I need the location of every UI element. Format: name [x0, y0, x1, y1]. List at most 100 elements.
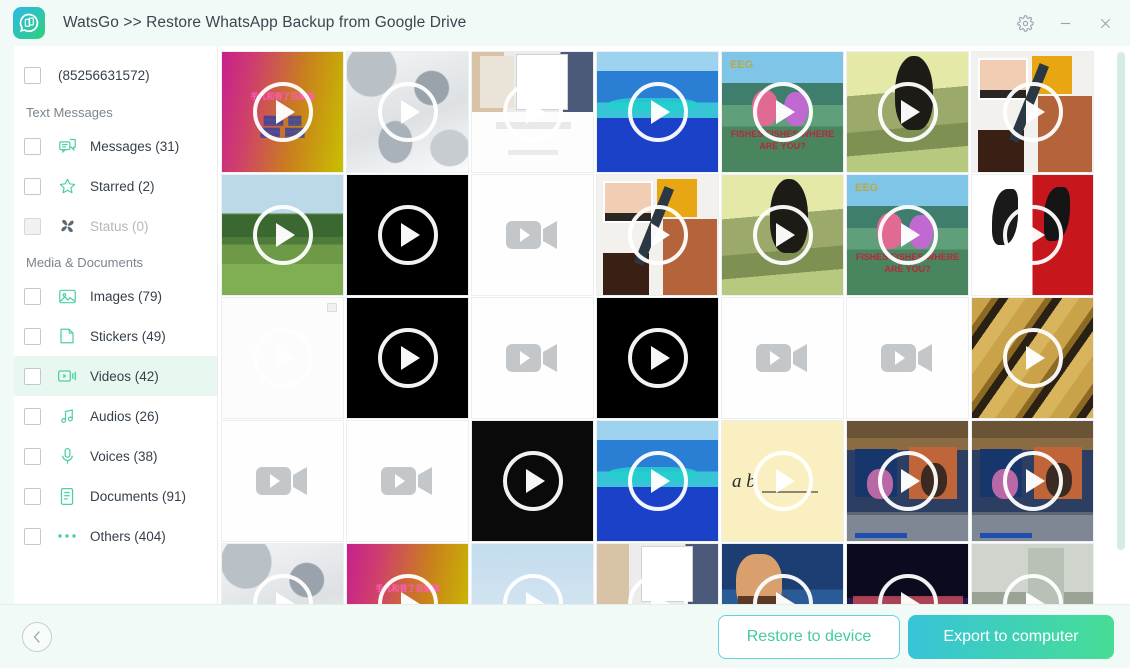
play-button-icon[interactable]: [377, 82, 438, 142]
sidebar-item-videos[interactable]: Videos (42): [14, 356, 217, 396]
thumbnail-item[interactable]: [471, 174, 594, 296]
thumbnail-item[interactable]: [971, 174, 1094, 296]
thumbnail-item[interactable]: [346, 420, 469, 542]
documents-checkbox[interactable]: [24, 487, 41, 505]
thumbnail-item[interactable]: [846, 420, 969, 542]
play-button-icon[interactable]: [752, 205, 813, 265]
thumbnail-item[interactable]: [596, 174, 719, 296]
messages-icon: [56, 136, 78, 156]
restore-to-device-button[interactable]: Restore to device: [718, 614, 900, 659]
account-checkbox[interactable]: [24, 66, 41, 84]
grid-scrollbar-thumb[interactable]: [1117, 52, 1125, 550]
play-button-icon[interactable]: [377, 328, 438, 388]
thumbnail-item[interactable]: [346, 51, 469, 173]
video-placeholder-icon: [505, 338, 561, 378]
gear-icon[interactable]: [1008, 8, 1042, 38]
play-button-icon[interactable]: [1002, 205, 1063, 265]
sidebar-item-stickers[interactable]: Stickers (49): [14, 316, 217, 356]
play-button-icon[interactable]: [627, 328, 688, 388]
play-button-icon[interactable]: [627, 82, 688, 142]
sidebar-item-audios[interactable]: Audios (26): [14, 396, 217, 436]
video-icon: [56, 366, 78, 386]
play-button-icon[interactable]: [877, 205, 938, 265]
play-button-icon[interactable]: [377, 205, 438, 265]
thumbnail-item[interactable]: 手儿和音了百集篇: [346, 543, 469, 604]
thumbnail-item[interactable]: [596, 543, 719, 604]
thumbnail-item[interactable]: [346, 174, 469, 296]
thumbnail-item[interactable]: [721, 297, 844, 419]
sidebar-account-row[interactable]: (85256631572): [14, 54, 217, 96]
images-checkbox[interactable]: [24, 287, 41, 305]
thumbnail-item[interactable]: EEG FISHES FISHES WHERE ARE YOU?: [721, 51, 844, 173]
play-button-icon[interactable]: [252, 328, 313, 388]
sidebar-item-label: Status (0): [90, 218, 149, 234]
thumbnail-item[interactable]: [471, 297, 594, 419]
videos-checkbox[interactable]: [24, 367, 41, 385]
video-placeholder-icon: [505, 215, 561, 255]
broken-image-icon: [327, 303, 337, 312]
thumbnail-item[interactable]: [221, 420, 344, 542]
thumbnail-item[interactable]: [221, 297, 344, 419]
play-button-icon[interactable]: [1002, 82, 1063, 142]
thumbnail-item[interactable]: [721, 543, 844, 604]
thumbnail-item[interactable]: [971, 297, 1094, 419]
play-button-icon[interactable]: [627, 205, 688, 265]
thumbnail-grid-pane: 手儿和音了百集篇 ▓▓▓ ▓▓ ▓▓▓ ▓▓▓ EEG FISHES FISHE…: [218, 46, 1130, 604]
thumbnail-item[interactable]: [721, 174, 844, 296]
grid-scrollbar[interactable]: [1116, 46, 1126, 604]
thumbnail-item[interactable]: [971, 420, 1094, 542]
document-icon: [56, 486, 78, 506]
sidebar-item-documents[interactable]: Documents (91): [14, 476, 217, 516]
play-button-icon[interactable]: [1002, 328, 1063, 388]
thumbnail-item[interactable]: [346, 297, 469, 419]
thumbnail-item[interactable]: [846, 543, 969, 604]
sidebar-item-messages[interactable]: Messages (31): [14, 126, 217, 166]
sidebar-item-voices[interactable]: Voices (38): [14, 436, 217, 476]
sidebar-item-others[interactable]: Others (404): [14, 516, 217, 556]
close-icon[interactable]: [1088, 8, 1122, 38]
minimize-icon[interactable]: [1048, 8, 1082, 38]
thumbnail-item[interactable]: [471, 51, 594, 173]
audios-checkbox[interactable]: [24, 407, 41, 425]
thumbnail-item[interactable]: [221, 543, 344, 604]
messages-checkbox[interactable]: [24, 137, 41, 155]
thumbnail-item[interactable]: [846, 51, 969, 173]
video-placeholder-icon: [755, 338, 811, 378]
play-button-icon[interactable]: [752, 451, 813, 511]
play-button-icon[interactable]: [877, 451, 938, 511]
video-placeholder-icon: [380, 461, 436, 501]
play-button-icon[interactable]: [752, 82, 813, 142]
thumbnail-item[interactable]: [846, 297, 969, 419]
sidebar-item-images[interactable]: Images (79): [14, 276, 217, 316]
thumbnail-item[interactable]: [971, 51, 1094, 173]
thumbnail-item[interactable]: [596, 51, 719, 173]
thumbnail-item[interactable]: a b: [721, 420, 844, 542]
play-button-icon[interactable]: [502, 82, 563, 142]
window-title: WatsGo >> Restore WhatsApp Backup from G…: [63, 14, 467, 31]
starred-checkbox[interactable]: [24, 177, 41, 195]
thumbnail-item[interactable]: [971, 543, 1094, 604]
voices-checkbox[interactable]: [24, 447, 41, 465]
application-window: WatsGo >> Restore WhatsApp Backup from G…: [0, 0, 1130, 668]
thumbnail-item[interactable]: [221, 174, 344, 296]
export-to-computer-button[interactable]: Export to computer: [908, 614, 1114, 659]
play-button-icon[interactable]: [502, 451, 563, 511]
thumbnail-item[interactable]: EEG FISHES FISHES WHERE ARE YOU?: [846, 174, 969, 296]
thumbnail-item[interactable]: [596, 420, 719, 542]
play-button-icon[interactable]: [877, 82, 938, 142]
stickers-checkbox[interactable]: [24, 327, 41, 345]
thumbnail-item[interactable]: 手儿和音了百集篇 ▓▓▓ ▓▓ ▓▓▓ ▓▓▓: [221, 51, 344, 173]
thumbnail-item[interactable]: [596, 297, 719, 419]
section-title-media-documents: Media & Documents: [26, 255, 144, 270]
thumbnail-item[interactable]: [471, 543, 594, 604]
play-button-icon[interactable]: [627, 451, 688, 511]
sidebar-item-starred[interactable]: Starred (2): [14, 166, 217, 206]
account-label: (85256631572): [58, 67, 150, 83]
play-button-icon[interactable]: [252, 82, 313, 142]
play-button-icon[interactable]: [252, 205, 313, 265]
back-arrow-icon[interactable]: [22, 621, 52, 652]
thumbnail-item[interactable]: [471, 420, 594, 542]
play-button-icon[interactable]: [1002, 451, 1063, 511]
others-checkbox[interactable]: [24, 527, 41, 545]
window-controls: [1008, 0, 1122, 46]
